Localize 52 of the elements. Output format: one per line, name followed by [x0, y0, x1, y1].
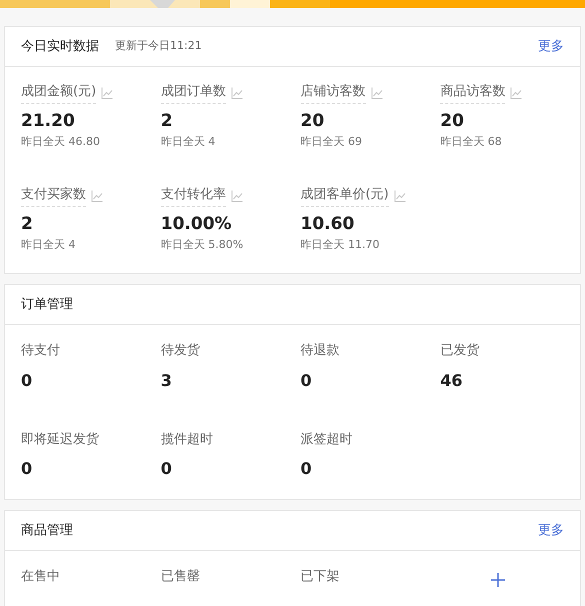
trend-chart-icon[interactable]: [230, 190, 243, 202]
stat-value: 0: [160, 458, 173, 480]
stat-value: 3: [160, 370, 173, 392]
card-title: 商品管理: [21, 522, 73, 540]
stat-value: 0: [300, 370, 313, 392]
more-link[interactable]: 更多: [538, 36, 564, 56]
stat-label: 已售罄: [160, 568, 201, 586]
yesterday-value: 昨日全天 11.70: [300, 236, 380, 252]
yesterday-value: 昨日全天 4: [21, 236, 76, 252]
stat-label: 待退款: [300, 342, 340, 360]
stat-value: 0: [21, 370, 34, 392]
metric-value: 10.60: [300, 212, 356, 234]
metric-label: 支付买家数: [21, 185, 86, 206]
trend-chart-icon[interactable]: [230, 86, 243, 99]
yesterday-value: 昨日全天 46.80: [21, 134, 101, 150]
stat-value: 46: [440, 370, 464, 392]
trend-chart-icon[interactable]: [510, 86, 522, 99]
stat-label: 待支付: [21, 342, 61, 360]
stat-value: 0: [21, 458, 34, 480]
card-title: 今日实时数据: [21, 38, 99, 56]
metric-value: 2: [160, 110, 174, 132]
stat-label: 已发货: [440, 342, 480, 360]
metric-value: 10.00%: [160, 212, 233, 234]
metric-label: 商品访客数: [440, 82, 506, 104]
stat-label: 揽件超时: [160, 430, 214, 448]
yesterday-value: 昨日全天 68: [440, 134, 503, 150]
stat-label: 派签超时: [300, 430, 354, 448]
trend-chart-icon[interactable]: [101, 86, 114, 99]
stat-label: 已下架: [300, 568, 340, 586]
yesterday-value: 昨日全天 5.80%: [160, 236, 244, 252]
update-time: 更新于今日11:21: [115, 38, 202, 54]
metric-label: 成团客单价(元): [300, 185, 389, 206]
trend-chart-icon[interactable]: [370, 86, 382, 99]
metric-value: 20: [440, 110, 465, 132]
trend-chart-icon[interactable]: [394, 190, 406, 202]
stat-label: 待发货: [160, 342, 201, 360]
metric-value: 2: [21, 212, 34, 234]
metric-label: 支付转化率: [160, 185, 226, 206]
more-link[interactable]: 更多: [538, 520, 564, 540]
stat-label: 即将延迟发货: [21, 430, 100, 448]
metric-label: 成团金额(元): [21, 82, 96, 104]
yesterday-value: 昨日全天 4: [160, 134, 216, 150]
plus-icon: [491, 573, 506, 587]
trend-chart-icon[interactable]: [91, 190, 103, 202]
metric-label: 成团订单数: [160, 82, 226, 104]
metric-value: 21.20: [21, 110, 76, 132]
metric-label: 店铺访客数: [300, 82, 366, 104]
card-title: 订单管理: [21, 296, 73, 314]
stat-label: 在售中: [21, 568, 61, 586]
stat-value: 0: [300, 458, 313, 480]
metric-value: 20: [300, 110, 326, 132]
yesterday-value: 昨日全天 69: [300, 134, 363, 150]
